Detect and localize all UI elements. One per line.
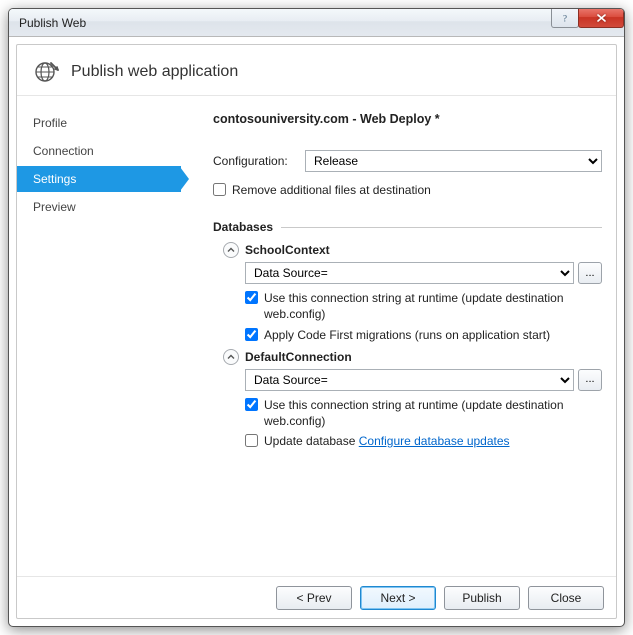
ellipsis-icon: ... [585,268,594,279]
remove-files-checkbox[interactable] [213,183,226,196]
connection-row: Data Source= ... [245,262,602,284]
sidebar-item-connection[interactable]: Connection [17,138,181,164]
databases-heading: Databases [213,220,602,234]
profile-title: contosouniversity.com - Web Deploy * [213,112,602,126]
collapse-toggle[interactable] [223,242,239,258]
sidebar-item-label: Profile [33,116,67,130]
close-icon [596,13,607,23]
configuration-row: Configuration: Release [213,150,602,172]
db-schoolcontext: SchoolContext Data Source= ... Use [223,242,602,343]
apply-migrations-checkbox[interactable] [245,328,258,341]
chevron-up-icon [227,353,235,361]
sidebar-item-label: Settings [33,172,76,186]
divider [281,227,602,228]
update-database-checkbox[interactable] [245,434,258,447]
prev-button[interactable]: < Prev [276,586,352,610]
collapse-toggle[interactable] [223,349,239,365]
dialog-body: Profile Connection Settings Preview cont… [17,96,616,576]
databases-heading-text: Databases [213,220,273,234]
db-defaultconnection: DefaultConnection Data Source= ... [223,349,602,450]
globe-icon [33,59,59,85]
sidebar-item-settings[interactable]: Settings [17,166,181,192]
db-name: DefaultConnection [245,350,352,364]
remove-files-label: Remove additional files at destination [232,182,602,198]
publish-button[interactable]: Publish [444,586,520,610]
next-button[interactable]: Next > [360,586,436,610]
svg-text:?: ? [563,14,567,24]
chevron-up-icon [227,246,235,254]
ellipsis-icon: ... [585,374,594,385]
sidebar-item-preview[interactable]: Preview [17,194,181,220]
dialog-inner: Publish web application Profile Connecti… [16,44,617,619]
connection-string-select[interactable]: Data Source= [245,262,574,284]
use-runtime-checkbox[interactable] [245,291,258,304]
db-options: Use this connection string at runtime (u… [245,397,602,450]
help-button[interactable]: ? [551,9,579,28]
use-runtime-label: Use this connection string at runtime (u… [264,290,602,322]
update-database-label: Update database Configure database updat… [264,433,602,449]
help-icon: ? [560,13,570,23]
configuration-label: Configuration: [213,154,297,168]
db-options: Use this connection string at runtime (u… [245,290,602,343]
dialog-header: Publish web application [17,45,616,96]
db-header: DefaultConnection [223,349,602,365]
connection-row: Data Source= ... [245,369,602,391]
connection-string-select[interactable]: Data Source= [245,369,574,391]
connection-edit-button[interactable]: ... [578,369,602,391]
use-runtime-checkbox[interactable] [245,398,258,411]
dialog-title: Publish web application [71,63,238,81]
wizard-sidebar: Profile Connection Settings Preview [17,96,181,576]
titlebar-controls: ? [552,9,624,28]
titlebar: Publish Web ? [9,9,624,37]
dialog-footer: < Prev Next > Publish Close [17,576,616,618]
configure-db-link[interactable]: Configure database updates [359,434,510,448]
sidebar-item-label: Preview [33,200,76,214]
settings-panel: contosouniversity.com - Web Deploy * Con… [181,96,616,576]
apply-migrations-label: Apply Code First migrations (runs on app… [264,327,602,343]
use-runtime-label: Use this connection string at runtime (u… [264,397,602,429]
window-title: Publish Web [19,16,86,30]
db-name: SchoolContext [245,243,330,257]
publish-web-dialog: Publish Web ? [8,8,625,627]
sidebar-item-label: Connection [33,144,94,158]
close-button-footer[interactable]: Close [528,586,604,610]
remove-files-row: Remove additional files at destination [213,182,602,198]
connection-edit-button[interactable]: ... [578,262,602,284]
close-button[interactable] [578,9,624,28]
configuration-select[interactable]: Release [305,150,602,172]
db-header: SchoolContext [223,242,602,258]
sidebar-item-profile[interactable]: Profile [17,110,181,136]
